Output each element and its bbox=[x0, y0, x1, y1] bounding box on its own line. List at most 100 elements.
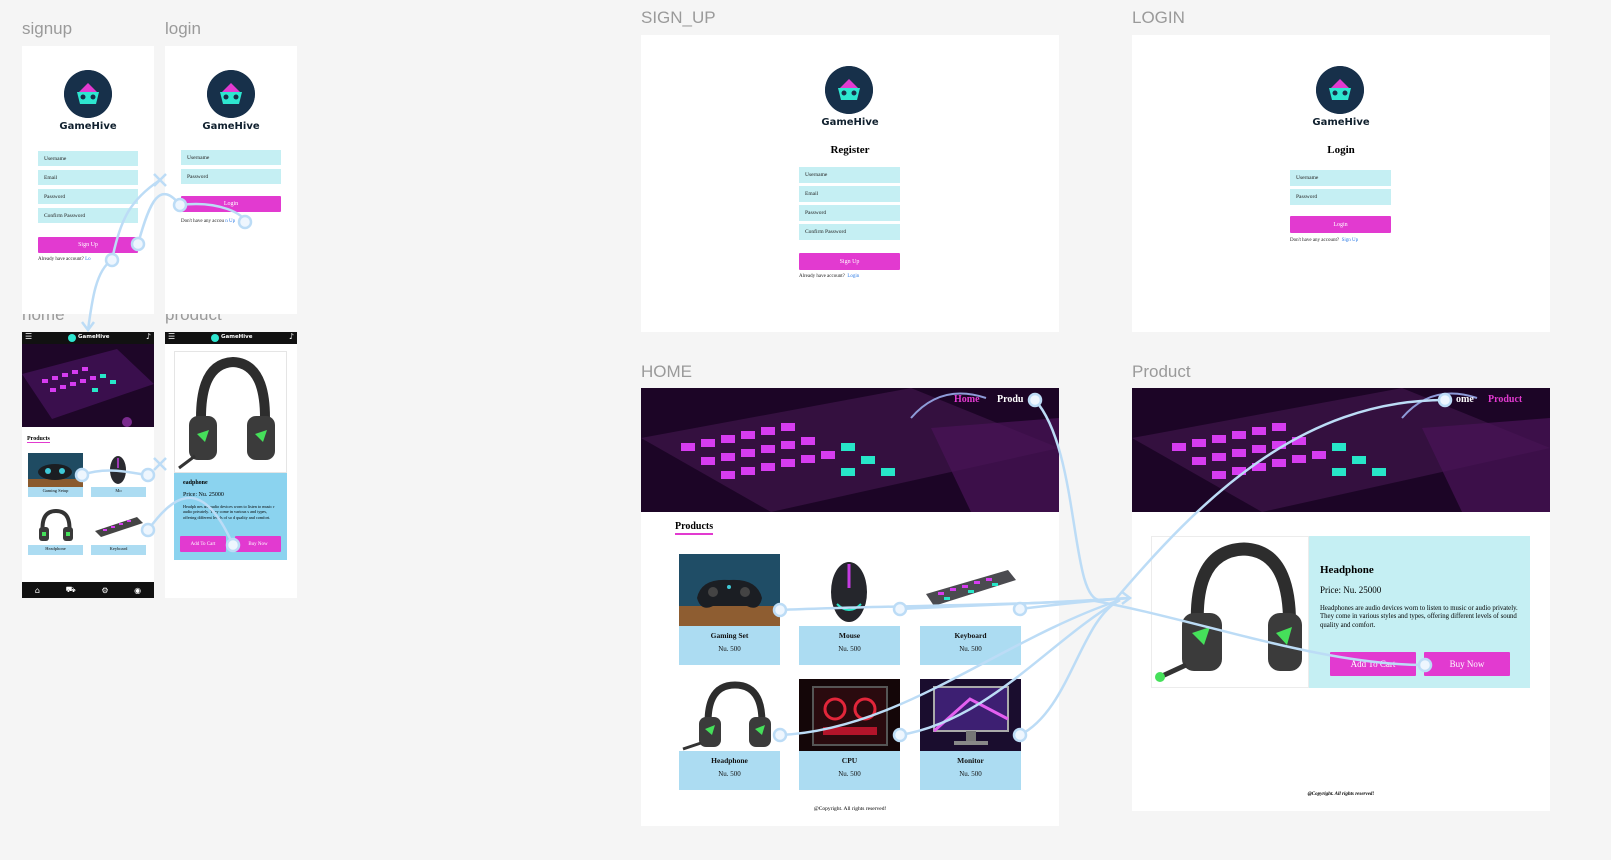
confirm-password-field[interactable]: Confirm Password bbox=[799, 224, 900, 240]
product-card-headphone[interactable]: Headphone Nu. 500 bbox=[679, 679, 780, 790]
signup-desktop-frame: GameHive Register Username Email Passwor… bbox=[641, 35, 1059, 332]
product-price: Nu. 500 bbox=[838, 770, 861, 778]
product-price: Price: Nu. 25000 bbox=[1320, 585, 1382, 595]
product-detail-panel: eadphone Price: Nu. 25000 Headph nes are… bbox=[174, 473, 287, 560]
nav-home[interactable]: ome bbox=[1456, 394, 1474, 405]
product-card-gaming-set[interactable]: Gaming Set Nu. 500 bbox=[679, 554, 780, 665]
profile-icon[interactable]: ◉ bbox=[134, 586, 141, 595]
sign-up-button[interactable]: Sign Up bbox=[38, 237, 138, 253]
username-field[interactable]: Username bbox=[1290, 170, 1391, 186]
username-field[interactable]: Username bbox=[38, 151, 138, 166]
product-price: Nu. 500 bbox=[959, 645, 982, 653]
confirm-password-field[interactable]: Confirm Password bbox=[38, 208, 138, 223]
product-price: Nu. 500 bbox=[718, 645, 741, 653]
password-field[interactable]: Password bbox=[38, 189, 138, 204]
product-name: Gaming Setup bbox=[42, 488, 69, 493]
brand-name: GameHive bbox=[1312, 117, 1370, 128]
product-name: eadphone bbox=[183, 480, 208, 486]
buy-now-button[interactable]: Buy Now bbox=[235, 536, 281, 552]
frame-label-sign-up-desktop[interactable]: SIGN_UP bbox=[641, 8, 716, 28]
bell-icon[interactable]: ♪ bbox=[289, 332, 294, 341]
product-card-headphone[interactable]: Headphone bbox=[28, 507, 83, 555]
cart-icon[interactable]: ⛟ bbox=[66, 585, 76, 595]
mobile-header: ☰ GameHive ♪ bbox=[22, 332, 154, 344]
gamehive-logo-icon bbox=[64, 70, 112, 118]
product-card-mouse[interactable]: Mouse Nu. 500 bbox=[799, 554, 900, 665]
product-name: Monitor bbox=[957, 756, 984, 765]
product-description: Headphones are audio devices worn to lis… bbox=[1320, 605, 1518, 629]
password-field[interactable]: Password bbox=[1290, 189, 1391, 205]
add-to-cart-button[interactable]: Add To Cart bbox=[180, 536, 226, 552]
username-field[interactable]: Username bbox=[799, 167, 900, 183]
signup-footer-text: Already have account? bbox=[799, 274, 845, 279]
nav-product[interactable]: Produ bbox=[997, 394, 1024, 405]
product-name: Mouse bbox=[838, 631, 861, 640]
product-card-keyboard[interactable]: Keyboard Nu. 500 bbox=[920, 554, 1021, 665]
brand-name: GameHive bbox=[59, 121, 117, 132]
product-name: Mo bbox=[115, 488, 122, 493]
username-field[interactable]: Username bbox=[181, 150, 281, 165]
frame-label-product-desktop[interactable]: Product bbox=[1132, 362, 1191, 382]
login-footer: Don't have any account? Sign Up bbox=[1290, 238, 1358, 243]
header-brand: GameHive bbox=[221, 334, 253, 340]
frame-label-signup[interactable]: signup bbox=[22, 19, 72, 39]
login-button[interactable]: Login bbox=[1290, 216, 1391, 233]
settings-icon[interactable]: ⚙ bbox=[101, 586, 108, 595]
frame-label-login-desktop[interactable]: LOGIN bbox=[1132, 8, 1185, 28]
brand-name: GameHive bbox=[202, 121, 260, 132]
login-link[interactable]: Login bbox=[847, 274, 859, 279]
page-title: Register bbox=[830, 144, 870, 156]
section-title: Products bbox=[675, 521, 714, 535]
product-card-keyboard[interactable]: Keyboard bbox=[91, 507, 146, 555]
headphone-image-icon bbox=[28, 507, 83, 545]
keyboard-image-icon bbox=[91, 507, 146, 545]
product-description: Headph nes are audio devices worn to lis… bbox=[183, 504, 275, 520]
password-field[interactable]: Password bbox=[181, 169, 281, 184]
menu-icon[interactable]: ☰ bbox=[168, 332, 175, 341]
product-card-gaming-setup[interactable]: Gaming Setup bbox=[28, 453, 83, 497]
login-mobile-frame: GameHive Username Password Login Don't h… bbox=[165, 46, 297, 314]
buy-now-button[interactable]: Buy Now bbox=[1424, 652, 1510, 676]
gamehive-logo-icon bbox=[825, 66, 873, 114]
email-field[interactable]: Email bbox=[38, 170, 138, 185]
sign-up-link[interactable]: n Up bbox=[225, 219, 235, 224]
signup-footer: Already have account? Login bbox=[799, 274, 859, 279]
product-name: Headphone bbox=[1320, 564, 1374, 576]
login-link[interactable]: Lo bbox=[85, 257, 91, 262]
bottom-tab-bar: ⌂ ⛟ ⚙ ◉ bbox=[22, 582, 154, 598]
bell-icon[interactable]: ♪ bbox=[146, 332, 151, 341]
gamepad-image-icon bbox=[28, 453, 83, 487]
frame-label-home-desktop[interactable]: HOME bbox=[641, 362, 692, 382]
frame-label-login[interactable]: login bbox=[165, 19, 201, 39]
menu-icon[interactable]: ☰ bbox=[25, 332, 32, 341]
sign-up-link[interactable]: Sign Up bbox=[1342, 238, 1359, 243]
gamehive-logo-icon bbox=[211, 334, 219, 342]
mouse-image-icon bbox=[91, 453, 146, 487]
home-icon[interactable]: ⌂ bbox=[35, 586, 40, 595]
signup-footer-text: Already have account? bbox=[38, 257, 84, 262]
home-mobile-frame: ☰ GameHive ♪ Products Gaming Setup Mo He… bbox=[22, 332, 154, 598]
login-button[interactable]: Login bbox=[181, 196, 281, 212]
product-name: Keyboard bbox=[109, 546, 128, 551]
password-field[interactable]: Password bbox=[799, 205, 900, 221]
product-card-mouse[interactable]: Mo bbox=[91, 453, 146, 497]
gamehive-logo-icon bbox=[68, 334, 76, 342]
gamehive-logo-icon bbox=[207, 70, 255, 118]
email-field[interactable]: Email bbox=[799, 186, 900, 202]
product-card-monitor[interactable]: Monitor Nu. 500 bbox=[920, 679, 1021, 790]
product-name: Headphone bbox=[45, 546, 66, 551]
nav-home[interactable]: Home bbox=[954, 394, 980, 405]
signup-footer: Already have account? Lo bbox=[38, 257, 91, 262]
product-price: Nu. 500 bbox=[718, 770, 741, 778]
monitor-image-icon bbox=[920, 679, 1021, 751]
section-title: Products bbox=[27, 436, 50, 443]
brand-name: GameHive bbox=[821, 117, 879, 128]
product-card-cpu[interactable]: CPU Nu. 500 bbox=[799, 679, 900, 790]
keyboard-image-icon bbox=[920, 554, 1021, 626]
sign-up-button[interactable]: Sign Up bbox=[799, 253, 900, 270]
page-footer: @Copyright. All rights reserved! bbox=[813, 806, 887, 812]
headphone-image-icon bbox=[174, 351, 287, 473]
add-to-cart-button[interactable]: Add To Cart bbox=[1330, 652, 1416, 676]
headphone-image-icon bbox=[1151, 536, 1309, 688]
nav-product[interactable]: Product bbox=[1488, 394, 1522, 405]
